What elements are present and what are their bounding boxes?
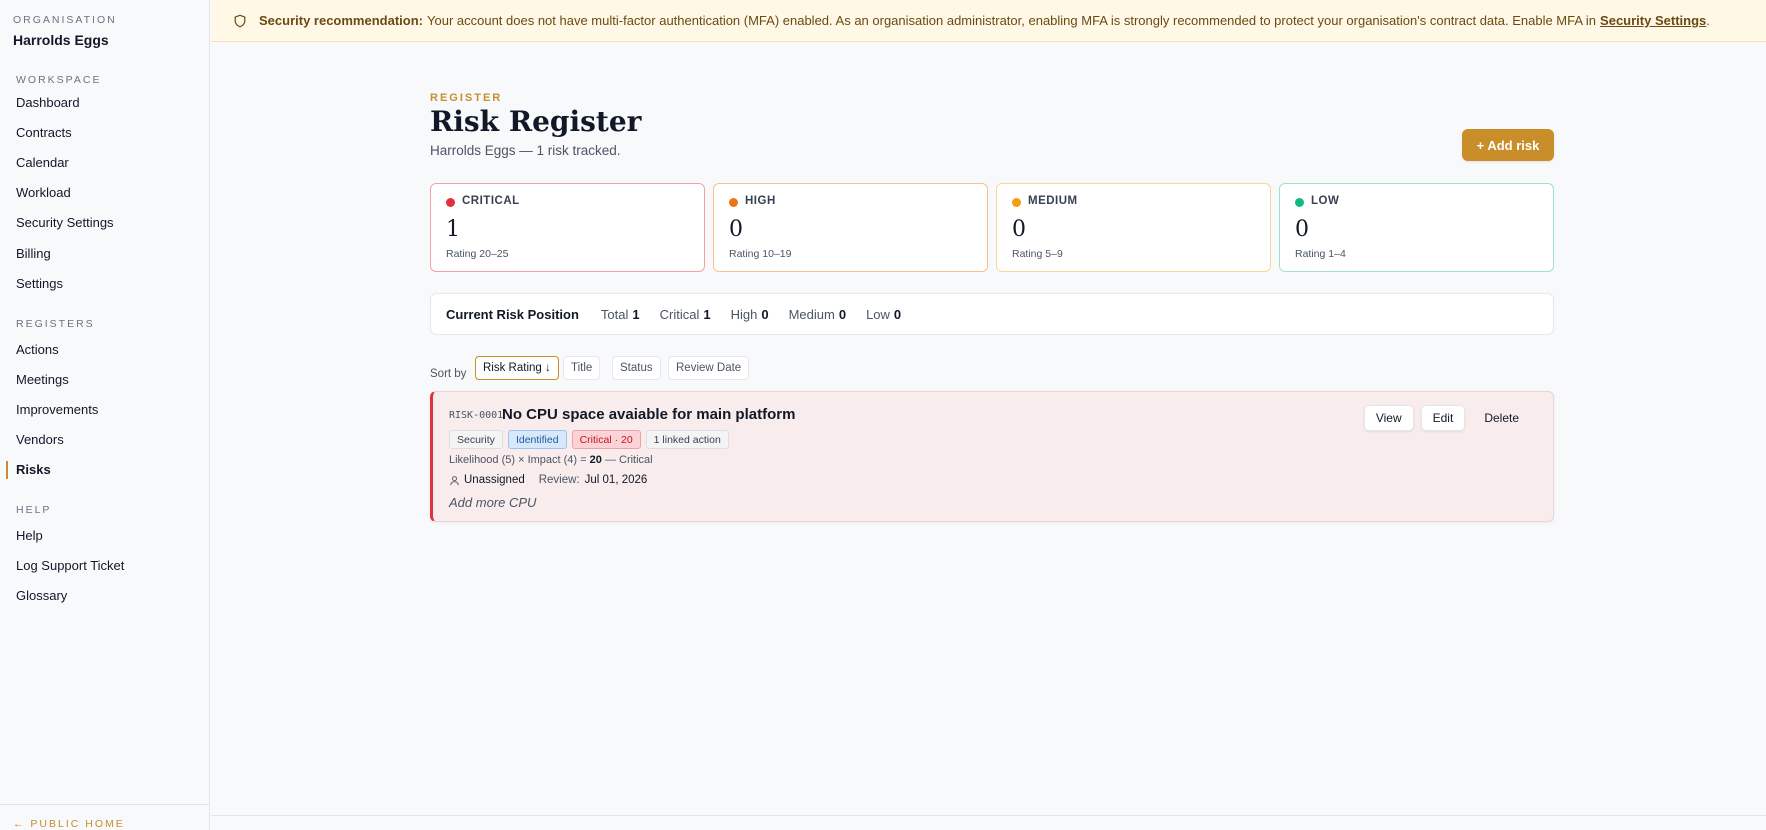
banner-heading: Security recommendation:: [259, 13, 423, 28]
sidebar-divider: [0, 804, 210, 805]
edit-button[interactable]: Edit: [1420, 405, 1466, 431]
section-label-registers: REGISTERS: [16, 318, 95, 330]
active-indicator: [6, 461, 8, 479]
sort-review-date-button[interactable]: Review Date: [668, 356, 750, 380]
sidebar-item-workload[interactable]: Workload: [16, 185, 71, 200]
stat-range: Rating 1–4: [1295, 248, 1346, 260]
medium-dot-icon: [1012, 198, 1021, 207]
review-date: Jul 01, 2026: [584, 474, 648, 486]
sidebar-item-log-support-ticket[interactable]: Log Support Ticket: [16, 558, 124, 573]
sidebar-item-settings[interactable]: Settings: [16, 276, 63, 291]
sidebar: ORGANISATION Harrolds Eggs WORKSPACE Das…: [0, 0, 210, 830]
stat-value: 0: [729, 217, 743, 242]
sort-status-button[interactable]: Status: [612, 356, 661, 380]
risk-formula: Likelihood (5) × Impact (4) = 20 — Criti…: [449, 454, 653, 466]
stat-range: Rating 10–19: [729, 248, 792, 260]
sidebar-item-contracts[interactable]: Contracts: [16, 125, 72, 140]
section-label-workspace: WORKSPACE: [16, 74, 102, 86]
stat-value: 0: [1295, 217, 1309, 242]
delete-button[interactable]: Delete: [1472, 405, 1531, 431]
sidebar-item-calendar[interactable]: Calendar: [16, 155, 69, 170]
sidebar-item-dashboard[interactable]: Dashboard: [16, 95, 80, 110]
security-settings-link[interactable]: Security Settings: [1600, 13, 1706, 28]
stat-label: MEDIUM: [1028, 195, 1078, 207]
stat-range: Rating 20–25: [446, 248, 509, 260]
review-label: Review:: [538, 474, 580, 486]
shield-icon: [234, 14, 246, 27]
org-name: Harrolds Eggs: [13, 32, 109, 48]
sidebar-item-security-settings[interactable]: Security Settings: [16, 215, 114, 230]
position-medium: Medium 0: [788, 306, 847, 322]
position-total: Total 1: [600, 306, 640, 322]
position-low: Low 0: [866, 306, 902, 322]
add-risk-button[interactable]: + Add risk: [1462, 129, 1554, 161]
risk-note: Add more CPU: [449, 495, 537, 510]
sidebar-item-meetings[interactable]: Meetings: [16, 372, 69, 387]
sort-title-button[interactable]: Title: [563, 356, 601, 380]
stat-card-critical: CRITICAL 1 Rating 20–25: [430, 183, 705, 272]
rating-chip: Critical · 20: [571, 430, 641, 449]
sort-label: Sort by: [430, 368, 467, 380]
page-subtitle: Harrolds Eggs — 1 risk tracked.: [430, 143, 621, 158]
stat-value: 0: [1012, 217, 1026, 242]
risk-id: RISK-0001: [449, 410, 504, 421]
status-chip: Identified: [507, 430, 567, 449]
linked-actions-chip: 1 linked action: [645, 430, 729, 449]
main-content: REGISTER Risk Register Harrolds Eggs — 1…: [211, 43, 1766, 830]
stat-value: 1: [446, 217, 460, 242]
high-dot-icon: [729, 198, 738, 207]
stat-card-high: HIGH 0 Rating 10–19: [713, 183, 988, 272]
position-critical: Critical 1: [659, 306, 711, 322]
sidebar-item-improvements[interactable]: Improvements: [16, 402, 98, 417]
page-eyebrow: REGISTER: [430, 92, 503, 104]
risk-chips: Security Identified Critical · 20 1 link…: [449, 430, 729, 449]
risk-actions: View Edit Delete: [1363, 405, 1531, 431]
current-risk-position: Current Risk Position Total 1 Critical 1 H…: [430, 293, 1554, 335]
sidebar-item-risks[interactable]: Risks: [16, 462, 51, 477]
banner-trailing: .: [1706, 13, 1710, 28]
category-chip: Security: [449, 430, 503, 449]
critical-dot-icon: [446, 198, 455, 207]
stat-label: LOW: [1311, 195, 1340, 207]
sidebar-item-vendors[interactable]: Vendors: [16, 432, 64, 447]
sidebar-item-help[interactable]: Help: [16, 528, 43, 543]
stat-label: HIGH: [745, 195, 776, 207]
page-title: Risk Register: [430, 105, 642, 138]
risk-title: No CPU space avaiable for main platform: [502, 406, 796, 423]
risk-meta: Unassigned Review: Jul 01, 2026: [449, 474, 647, 486]
risk-owner: Unassigned: [464, 474, 525, 486]
stat-range: Rating 5–9: [1012, 248, 1063, 260]
stat-card-medium: MEDIUM 0 Rating 5–9: [996, 183, 1271, 272]
sort-risk-rating-button[interactable]: Risk Rating ↓: [475, 356, 559, 380]
stat-card-low: LOW 0 Rating 1–4: [1279, 183, 1554, 272]
banner-message: Your account does not have multi-factor …: [427, 13, 1597, 28]
sidebar-item-billing[interactable]: Billing: [16, 246, 51, 261]
sidebar-item-glossary[interactable]: Glossary: [16, 588, 67, 603]
person-icon: [450, 475, 459, 485]
stat-label: CRITICAL: [462, 195, 520, 207]
sidebar-item-actions[interactable]: Actions: [16, 342, 59, 357]
section-label-help: HELP: [16, 504, 52, 516]
position-title: Current Risk Position: [446, 306, 579, 322]
org-label: ORGANISATION: [13, 14, 117, 26]
footer-divider: [211, 815, 1766, 816]
public-home-link[interactable]: ← PUBLIC HOME: [13, 818, 125, 830]
view-button[interactable]: View: [1363, 405, 1414, 431]
risk-card: RISK-0001 No CPU space avaiable for main…: [430, 391, 1554, 522]
position-high: High 0: [730, 306, 769, 322]
low-dot-icon: [1295, 198, 1304, 207]
security-banner: Security recommendation: Your account do…: [211, 0, 1766, 42]
